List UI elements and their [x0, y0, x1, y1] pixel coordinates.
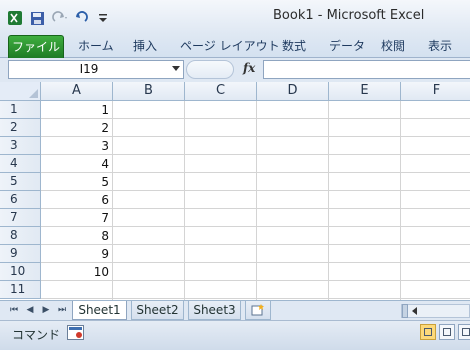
row-header-11[interactable]: 11	[0, 281, 41, 299]
excel-logo-icon[interactable]	[6, 9, 24, 27]
title-bar: Book1 - Microsoft Excel	[0, 0, 470, 34]
insert-sheet-icon	[251, 304, 264, 316]
normal-view-icon	[424, 328, 432, 336]
sheet-tabs-bar: ⏮ ◀ ▶ ⏭ Sheet1 Sheet2 Sheet3	[0, 300, 470, 320]
name-box-value: I19	[79, 62, 99, 76]
prev-sheet-icon[interactable]: ◀	[24, 304, 36, 317]
column-gridline	[112, 101, 113, 300]
status-bar: コマンド	[0, 320, 470, 350]
status-mode: コマンド	[12, 328, 61, 342]
row-header-1[interactable]: 1	[0, 101, 41, 119]
cell-a7[interactable]: 7	[41, 209, 109, 227]
save-icon[interactable]	[28, 9, 46, 27]
row-header-5[interactable]: 5	[0, 173, 41, 191]
page-break-view-icon	[462, 328, 470, 336]
tab-file[interactable]: ファイル	[8, 35, 64, 58]
window-title: Book1 - Microsoft Excel	[273, 8, 425, 23]
formula-input[interactable]	[263, 60, 470, 79]
tab-split-handle[interactable]	[402, 304, 408, 318]
tab-view[interactable]: 表示	[428, 34, 452, 58]
tab-formulas[interactable]: 数式	[282, 34, 306, 58]
tab-review[interactable]: 校閲	[381, 34, 405, 58]
column-header-d[interactable]: D	[257, 82, 329, 101]
cell-a4[interactable]: 4	[41, 155, 109, 173]
insert-sheet-button[interactable]	[245, 301, 271, 320]
first-sheet-icon[interactable]: ⏮	[8, 304, 20, 317]
spreadsheet-grid: A B C D E F 1 2 3 4 5 6 7 8 9 10 11 1 2 3 4 5 6 7 8 9 10	[0, 82, 470, 300]
column-gridline	[256, 101, 257, 300]
macro-recording-icon[interactable]	[67, 325, 84, 340]
page-break-view-button[interactable]	[458, 324, 470, 340]
tab-sheet1[interactable]: Sheet1	[72, 301, 127, 320]
normal-view-button[interactable]	[420, 324, 436, 340]
tab-sheet3[interactable]: Sheet3	[188, 301, 241, 320]
undo-icon[interactable]	[72, 9, 90, 27]
tab-sheet2[interactable]: Sheet2	[131, 301, 184, 320]
tab-insert[interactable]: 挿入	[133, 34, 157, 58]
row-header-7[interactable]: 7	[0, 209, 41, 227]
cell-a5[interactable]: 5	[41, 173, 109, 191]
quick-access-toolbar	[6, 8, 116, 28]
cell-a6[interactable]: 6	[41, 191, 109, 209]
row-header-4[interactable]: 4	[0, 155, 41, 173]
column-gridline	[184, 101, 185, 300]
cell-a9[interactable]: 9	[41, 245, 109, 263]
tab-home[interactable]: ホーム	[78, 34, 114, 58]
row-gridline	[41, 298, 470, 299]
scroll-left-icon[interactable]	[412, 307, 417, 315]
page-layout-view-button[interactable]	[439, 324, 455, 340]
column-header-b[interactable]: B	[113, 82, 185, 101]
page-layout-view-icon	[443, 328, 451, 336]
column-header-c[interactable]: C	[185, 82, 257, 101]
formula-bar: I19 fx	[0, 58, 470, 82]
column-header-a[interactable]: A	[41, 82, 113, 101]
row-header-2[interactable]: 2	[0, 119, 41, 137]
last-sheet-icon[interactable]: ⏭	[56, 304, 68, 317]
formula-bar-splitter[interactable]	[186, 60, 234, 79]
tab-page-layout[interactable]: ページ レイアウト	[180, 34, 280, 58]
next-sheet-icon[interactable]: ▶	[40, 304, 52, 317]
row-header-6[interactable]: 6	[0, 191, 41, 209]
chevron-down-icon[interactable]	[172, 66, 180, 71]
column-gridline	[400, 101, 401, 300]
customize-qat-icon[interactable]	[94, 9, 112, 27]
ribbon-tabs: ファイル ホーム 挿入 ページ レイアウト 数式 データ 校閲 表示	[0, 34, 470, 58]
name-box[interactable]: I19	[8, 60, 184, 79]
tab-data[interactable]: データ	[329, 34, 365, 58]
row-header-9[interactable]: 9	[0, 245, 41, 263]
cell-a2[interactable]: 2	[41, 119, 109, 137]
cell-a10[interactable]: 10	[41, 263, 109, 281]
row-header-8[interactable]: 8	[0, 227, 41, 245]
redo-icon[interactable]	[50, 9, 68, 27]
select-all-corner[interactable]	[0, 82, 41, 101]
horizontal-scrollbar[interactable]	[401, 304, 470, 318]
row-header-10[interactable]: 10	[0, 263, 41, 281]
column-header-e[interactable]: E	[329, 82, 401, 101]
cell-a3[interactable]: 3	[41, 137, 109, 155]
cell-a8[interactable]: 8	[41, 227, 109, 245]
insert-function-icon[interactable]: fx	[243, 61, 255, 75]
cell-a1[interactable]: 1	[41, 101, 109, 119]
row-header-3[interactable]: 3	[0, 137, 41, 155]
column-gridline	[328, 101, 329, 300]
column-header-f[interactable]: F	[401, 82, 470, 101]
